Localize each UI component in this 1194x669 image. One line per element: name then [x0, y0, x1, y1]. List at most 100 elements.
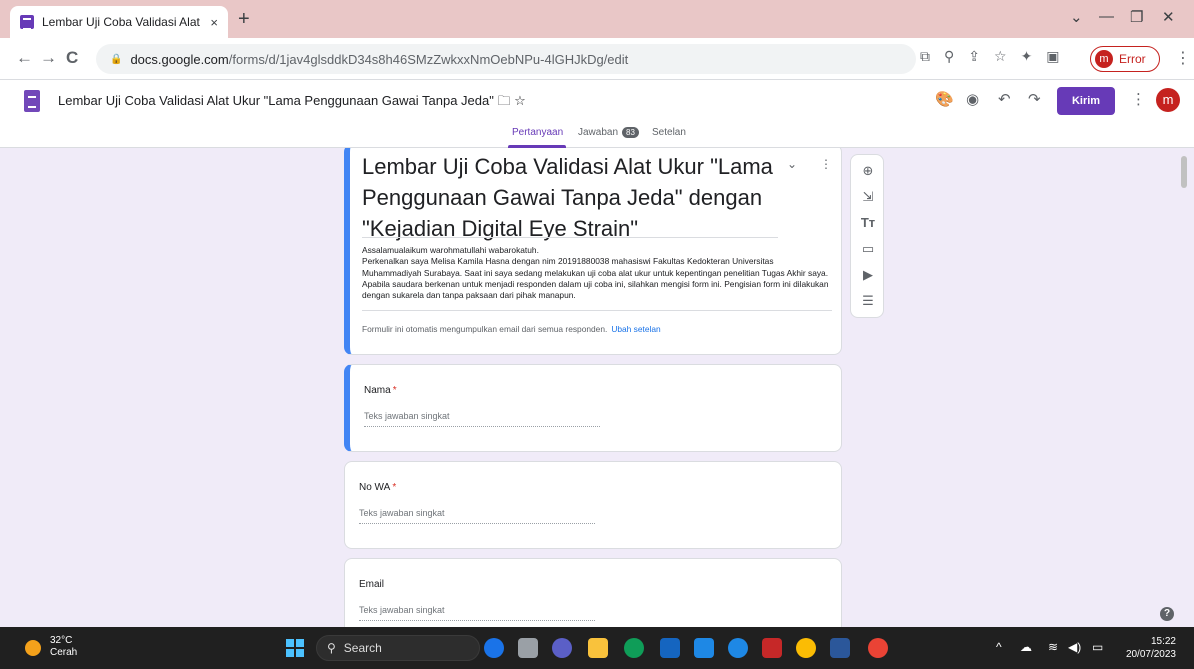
question-card-email[interactable]: Email Teks jawaban singkat [344, 558, 842, 627]
star-icon[interactable]: ☆ [514, 93, 526, 108]
forward-arrow-icon[interactable]: → [40, 48, 57, 68]
add-video-icon[interactable]: ▶ [851, 267, 885, 283]
profile-avatar: m [1095, 50, 1113, 68]
weather-widget[interactable]: 32°C Cerah [50, 635, 77, 659]
responses-count-badge: 83 [622, 127, 639, 138]
form-description[interactable]: Assalamualaikum warohmatullahi wabarokat… [362, 245, 832, 301]
task-view-icon[interactable] [518, 638, 538, 658]
bing-icon[interactable] [484, 638, 504, 658]
edge-icon[interactable] [624, 638, 644, 658]
chrome-menu-icon[interactable]: ⋮ [1175, 48, 1191, 68]
restore-icon[interactable]: ❐ [1130, 8, 1143, 26]
tab-close-icon[interactable]: × [210, 15, 218, 30]
add-image-icon[interactable]: ▭ [851, 241, 885, 257]
windows-taskbar: 32°C Cerah ⚲ Search ^ ☁ ≋ ◀) ▭ 15:22 20/… [0, 627, 1194, 669]
reload-icon[interactable]: C [66, 48, 78, 68]
system-clock[interactable]: 15:22 20/07/2023 [1118, 635, 1176, 661]
required-marker: * [392, 385, 397, 396]
add-title-icon[interactable]: Tт [851, 215, 885, 230]
taskbar-search[interactable]: ⚲ Search [316, 635, 480, 661]
add-question-icon[interactable]: ⊕ [851, 163, 885, 179]
help-icon[interactable]: ? [1160, 607, 1174, 621]
show-hidden-icons[interactable]: ^ [996, 640, 1002, 654]
floating-toolbar: ⊕ ⇲ Tт ▭ ▶ ☰ [850, 154, 884, 318]
palette-icon[interactable]: 🎨 [935, 90, 954, 108]
search-icon: ⚲ [327, 641, 336, 655]
chrome-icon[interactable] [868, 638, 888, 658]
wifi-icon[interactable]: ≋ [1048, 640, 1058, 654]
question-card-nama[interactable]: Nama * Teks jawaban singkat [344, 364, 842, 452]
chrome-profile-icon[interactable] [796, 638, 816, 658]
close-window-icon[interactable]: ✕ [1162, 8, 1175, 26]
back-arrow-icon[interactable]: ← [16, 48, 33, 68]
forms-favicon-icon [20, 15, 34, 30]
app-icon[interactable] [728, 638, 748, 658]
tab-search-chevron-icon[interactable]: ⌄ [1070, 8, 1083, 26]
date: 20/07/2023 [1125, 649, 1176, 660]
question-label: No WA * [359, 482, 397, 493]
title-divider [362, 237, 778, 238]
tab-settings[interactable]: Setelan [652, 127, 686, 138]
change-settings-link[interactable]: Ubah setelan [611, 324, 660, 334]
preview-eye-icon[interactable]: ◉ [966, 90, 979, 108]
account-avatar[interactable]: m [1156, 88, 1180, 112]
mcafee-icon[interactable] [762, 638, 782, 658]
profile-status: Error [1119, 52, 1146, 66]
file-explorer-icon[interactable] [588, 638, 608, 658]
share-icon[interactable]: ⇪ [968, 48, 980, 65]
url-path: /forms/d/1jav4glsddkD34s8h46SMzZwkxxNmOe… [228, 51, 629, 67]
omnibox-actions: ⧉ ⚲ ⇪ ☆ ✦ ▣ [920, 48, 1060, 65]
mendeley-icon[interactable] [694, 638, 714, 658]
add-section-icon[interactable]: ☰ [851, 293, 885, 309]
form-canvas: Lembar Uji Coba Validasi Alat Ukur "Lama… [0, 148, 1194, 627]
more-options-icon[interactable]: ⋮ [1131, 90, 1146, 108]
short-answer-field: Teks jawaban singkat [359, 508, 595, 524]
auto-email-note: Formulir ini otomatis mengumpulkan email… [362, 324, 661, 334]
search-label: Search [343, 641, 382, 655]
minimize-icon[interactable]: — [1099, 8, 1114, 25]
forms-header: Lembar Uji Coba Validasi Alat Ukur "Lama… [0, 80, 1194, 148]
windows-start-icon[interactable] [286, 639, 304, 657]
time: 15:22 [1150, 636, 1176, 647]
form-title-card[interactable]: Lembar Uji Coba Validasi Alat Ukur "Lama… [344, 148, 842, 355]
document-title[interactable]: Lembar Uji Coba Validasi Alat Ukur "Lama… [58, 92, 526, 114]
tab-questions[interactable]: Pertanyaan [512, 127, 563, 138]
extensions-puzzle-icon[interactable]: ✦ [1021, 48, 1033, 65]
weather-condition: Cerah [50, 647, 78, 658]
browser-tab[interactable]: Lembar Uji Coba Validasi Alat Uk × [10, 6, 228, 38]
browser-titlebar: Lembar Uji Coba Validasi Alat Uk × + ⌄ —… [0, 0, 1194, 38]
tab-title: Lembar Uji Coba Validasi Alat Uk [42, 15, 205, 29]
import-questions-icon[interactable]: ⇲ [851, 189, 885, 205]
battery-icon[interactable]: ▭ [1092, 640, 1103, 654]
collapse-icon[interactable]: ⌄ [787, 157, 797, 171]
translate-icon[interactable]: ⧉ [920, 48, 930, 65]
undo-icon[interactable]: ↶ [998, 90, 1011, 108]
sun-icon [25, 640, 41, 656]
onedrive-icon[interactable]: ☁ [1020, 640, 1032, 654]
store-icon[interactable] [660, 638, 680, 658]
required-marker: * [392, 482, 397, 493]
tab-responses[interactable]: Jawaban 83 [578, 127, 639, 138]
zoom-icon[interactable]: ⚲ [944, 48, 954, 65]
card-more-icon[interactable]: ⋮ [820, 157, 832, 171]
side-panel-icon[interactable]: ▣ [1046, 48, 1059, 65]
scrollbar-thumb[interactable] [1181, 156, 1187, 188]
short-answer-field: Teks jawaban singkat [364, 411, 600, 427]
question-label: Email [359, 579, 385, 590]
form-title[interactable]: Lembar Uji Coba Validasi Alat Ukur "Lama… [362, 151, 774, 244]
redo-icon[interactable]: ↷ [1028, 90, 1041, 108]
temperature: 32°C [50, 635, 73, 646]
volume-icon[interactable]: ◀) [1068, 640, 1081, 654]
address-bar[interactable]: 🔒 docs.google.com/forms/d/1jav4glsddkD34… [96, 44, 916, 74]
folder-icon[interactable]: 🗀 [497, 93, 510, 108]
url-host: docs.google.com [130, 51, 229, 67]
browser-toolbar: ← → C 🔒 docs.google.com/forms/d/1jav4gls… [0, 38, 1194, 80]
teams-chat-icon[interactable] [552, 638, 572, 658]
word-icon[interactable] [830, 638, 850, 658]
bookmark-star-icon[interactable]: ☆ [994, 48, 1007, 65]
forms-logo-icon[interactable] [24, 90, 40, 112]
send-button[interactable]: Kirim [1057, 87, 1115, 115]
new-tab-button[interactable]: + [238, 8, 250, 31]
profile-button[interactable]: m Error [1090, 46, 1160, 72]
question-card-no-wa[interactable]: No WA * Teks jawaban singkat [344, 461, 842, 549]
